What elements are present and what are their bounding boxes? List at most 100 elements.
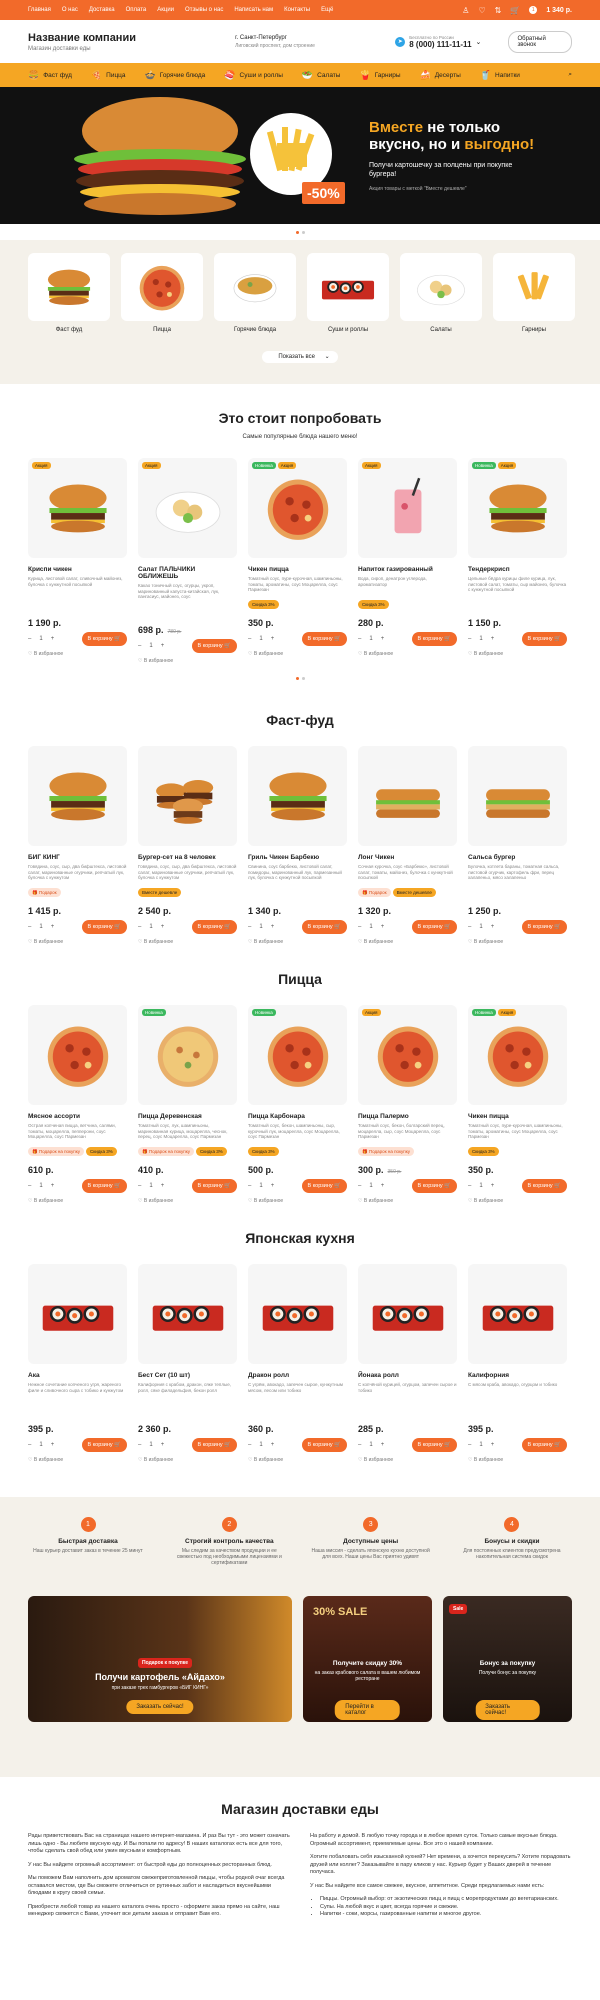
- plus-button[interactable]: +: [381, 636, 385, 642]
- cart-total[interactable]: 1 340 р.: [546, 7, 572, 14]
- add-to-cart-button[interactable]: В корзину 🛒: [81, 1438, 127, 1452]
- phone-block[interactable]: ➤ Бесплатно по России 8 (000) 111-11-11 …: [395, 35, 498, 49]
- product-name[interactable]: Дракон ролл: [248, 1372, 347, 1379]
- plus-button[interactable]: +: [51, 636, 55, 642]
- minus-button[interactable]: –: [248, 636, 251, 642]
- product-name[interactable]: Пицца Палермо: [358, 1113, 457, 1120]
- quantity-stepper[interactable]: – 1 +: [28, 924, 54, 930]
- plus-button[interactable]: +: [491, 636, 495, 642]
- minus-button[interactable]: –: [358, 1183, 361, 1189]
- catalog-card[interactable]: Суши и роллы: [307, 253, 389, 333]
- promo-button[interactable]: Перейти в каталог: [335, 1700, 400, 1720]
- favorite-button[interactable]: ♡ В избранное: [358, 1457, 457, 1463]
- product-image[interactable]: Акция: [358, 458, 457, 558]
- plus-button[interactable]: +: [271, 636, 275, 642]
- plus-button[interactable]: +: [381, 924, 385, 930]
- add-to-cart-button[interactable]: В корзину 🛒: [411, 1438, 457, 1452]
- plus-button[interactable]: +: [161, 643, 165, 649]
- product-name[interactable]: Пицца Карбонара: [248, 1113, 347, 1120]
- quantity-stepper[interactable]: – 1 +: [248, 1442, 274, 1448]
- quantity-stepper[interactable]: – 1 +: [468, 1183, 494, 1189]
- favorite-button[interactable]: ♡ В избранное: [358, 939, 457, 945]
- favorite-button[interactable]: ♡ В избранное: [248, 1198, 347, 1204]
- topnav-link[interactable]: О нас: [62, 7, 78, 13]
- favorite-button[interactable]: ♡ В избранное: [28, 1198, 127, 1204]
- add-to-cart-button[interactable]: В корзину 🛒: [521, 1438, 567, 1452]
- favorite-button[interactable]: ♡ В избранное: [468, 1198, 567, 1204]
- add-to-cart-button[interactable]: В корзину 🛒: [411, 1179, 457, 1193]
- promo-button[interactable]: Заказать сейчас!: [126, 1700, 194, 1714]
- category-nav-item[interactable]: 🥤 Напитки: [480, 70, 520, 81]
- plus-button[interactable]: +: [51, 924, 55, 930]
- pagination-dot[interactable]: [295, 230, 299, 234]
- add-to-cart-button[interactable]: В корзину 🛒: [521, 1179, 567, 1193]
- product-image[interactable]: Акция: [358, 1005, 457, 1105]
- product-image[interactable]: Новинка: [138, 1005, 237, 1105]
- favorite-button[interactable]: ♡ В избранное: [468, 1457, 567, 1463]
- plus-button[interactable]: +: [491, 924, 495, 930]
- category-nav-item[interactable]: 🍰 Десерты: [420, 70, 461, 81]
- compare-icon[interactable]: ⇅: [495, 6, 502, 15]
- quantity-stepper[interactable]: – 1 +: [358, 636, 384, 642]
- catalog-card[interactable]: Гарниры: [493, 253, 575, 333]
- quantity-stepper[interactable]: – 1 +: [138, 643, 164, 649]
- product-name[interactable]: Калифорния: [468, 1372, 567, 1379]
- favorite-button[interactable]: ♡ В избранное: [468, 651, 567, 657]
- topnav-link[interactable]: Контакты: [284, 7, 310, 13]
- product-image[interactable]: [138, 1264, 237, 1364]
- quantity-stepper[interactable]: – 1 +: [138, 924, 164, 930]
- add-to-cart-button[interactable]: В корзину 🛒: [191, 1438, 237, 1452]
- user-icon[interactable]: ♙: [462, 6, 469, 15]
- topnav-link[interactable]: Написать нам: [234, 7, 273, 13]
- favorite-button[interactable]: ♡ В избранное: [28, 939, 127, 945]
- product-name[interactable]: Мясное ассорти: [28, 1113, 127, 1120]
- favorite-button[interactable]: ♡ В избранное: [358, 1198, 457, 1204]
- plus-button[interactable]: +: [381, 1183, 385, 1189]
- plus-button[interactable]: +: [51, 1183, 55, 1189]
- plus-button[interactable]: +: [161, 1442, 165, 1448]
- add-to-cart-button[interactable]: В корзину 🛒: [411, 632, 457, 646]
- minus-button[interactable]: –: [138, 1183, 141, 1189]
- add-to-cart-button[interactable]: В корзину 🛒: [521, 632, 567, 646]
- quantity-stepper[interactable]: – 1 +: [28, 636, 54, 642]
- plus-button[interactable]: +: [161, 1183, 165, 1189]
- plus-button[interactable]: +: [51, 1442, 55, 1448]
- product-name[interactable]: Пицца Деревенская: [138, 1113, 237, 1120]
- phone-number[interactable]: 8 (000) 111-11-11: [409, 40, 471, 49]
- product-image[interactable]: Акция: [138, 458, 237, 558]
- brand[interactable]: Название компании Магазин доставки еды: [28, 32, 225, 52]
- pagination-dot[interactable]: [295, 676, 299, 680]
- favorite-button[interactable]: ♡ В избранное: [468, 939, 567, 945]
- minus-button[interactable]: –: [248, 1442, 251, 1448]
- product-image[interactable]: [28, 1264, 127, 1364]
- quantity-stepper[interactable]: – 1 +: [248, 1183, 274, 1189]
- product-name[interactable]: БИГ КИНГ: [28, 854, 127, 861]
- pagination-dot[interactable]: [301, 230, 305, 234]
- category-nav-item[interactable]: 🍔 Фаст фуд: [28, 70, 72, 81]
- favorite-button[interactable]: ♡ В избранное: [248, 1457, 347, 1463]
- minus-button[interactable]: –: [358, 924, 361, 930]
- show-all-button[interactable]: Показать все ⌄: [28, 351, 572, 363]
- hero-banner[interactable]: -50% Вместе не только вкусно, но и выгодн…: [0, 87, 600, 224]
- quantity-stepper[interactable]: – 1 +: [468, 924, 494, 930]
- cart-icon[interactable]: 🛒: [510, 6, 520, 15]
- product-image[interactable]: Новинка Акция: [468, 458, 567, 558]
- add-to-cart-button[interactable]: В корзину 🛒: [81, 920, 127, 934]
- minus-button[interactable]: –: [248, 1183, 251, 1189]
- quantity-stepper[interactable]: – 1 +: [28, 1442, 54, 1448]
- heart-icon[interactable]: ♡: [478, 6, 485, 15]
- add-to-cart-button[interactable]: В корзину 🛒: [521, 920, 567, 934]
- add-to-cart-button[interactable]: В корзину 🛒: [191, 639, 237, 653]
- plus-button[interactable]: +: [271, 1183, 275, 1189]
- product-image[interactable]: [248, 1264, 347, 1364]
- catalog-card[interactable]: Горячие блюда: [214, 253, 296, 333]
- minus-button[interactable]: –: [468, 924, 471, 930]
- minus-button[interactable]: –: [358, 1442, 361, 1448]
- section-pagination[interactable]: [0, 670, 600, 686]
- plus-button[interactable]: +: [491, 1183, 495, 1189]
- product-name[interactable]: Бест Сет (10 шт): [138, 1372, 237, 1379]
- chevron-down-icon[interactable]: ⌄: [476, 38, 482, 46]
- topnav-link[interactable]: Ещё: [321, 7, 333, 13]
- minus-button[interactable]: –: [28, 636, 31, 642]
- plus-button[interactable]: +: [271, 924, 275, 930]
